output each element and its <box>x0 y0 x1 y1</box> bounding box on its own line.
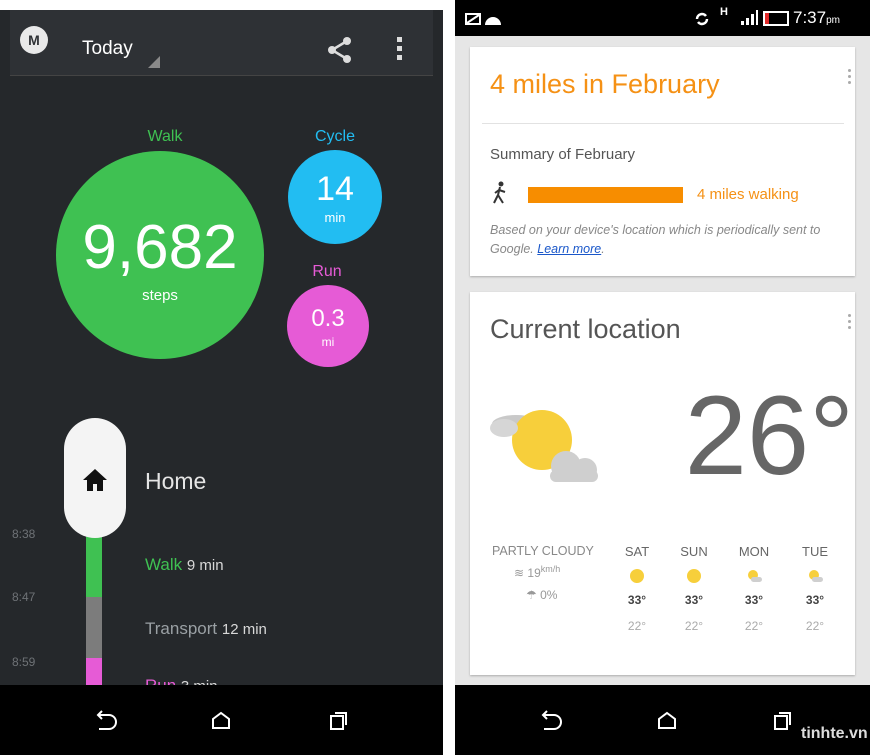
recent-apps-icon[interactable] <box>762 703 802 739</box>
card-menu-icon[interactable] <box>848 314 852 332</box>
navigation-bar <box>0 685 443 755</box>
status-bar: H 7:37pm <box>455 0 870 36</box>
network-type: H <box>720 6 728 18</box>
forecast-day: SAT 33° 22° <box>624 544 650 633</box>
back-icon[interactable] <box>530 703 570 739</box>
place-name: Home <box>145 468 207 494</box>
home-place-marker[interactable] <box>64 418 126 538</box>
forecast-day: SUN 33° 22° <box>680 544 708 633</box>
divider <box>482 123 844 124</box>
walking-progress-track <box>528 187 683 203</box>
run-label: Run <box>312 263 342 280</box>
sync-icon <box>695 12 709 26</box>
motorola-logo-icon[interactable]: M <box>20 26 48 54</box>
location-note: Based on your device's location which is… <box>490 223 821 256</box>
wind-info: ≋ 19km/h <box>514 564 561 580</box>
date-selector[interactable]: Today <box>82 38 133 60</box>
monthly-summary-card[interactable]: 4 miles in February Summary of February … <box>470 47 855 276</box>
battery-icon <box>763 11 789 26</box>
cycle-value: 14 <box>316 170 354 208</box>
entry-duration: 12 min <box>221 621 267 638</box>
dropdown-caret-icon <box>148 56 160 68</box>
home-nav-icon[interactable] <box>647 703 687 739</box>
weather-card[interactable]: Current location 26° PARTLY CLOUDY ≋ 19k… <box>470 292 855 675</box>
partly-cloudy-icon <box>748 570 762 582</box>
sun-icon <box>630 569 644 583</box>
walking-icon <box>493 181 506 204</box>
activity-app-screen: M Today Walk 9,682 steps Cycle 14 min Ru… <box>0 0 443 755</box>
summary-heading: Summary of February <box>490 146 636 163</box>
learn-more-link[interactable]: Learn more <box>537 242 601 256</box>
timeline-time: 8:38 <box>12 527 36 541</box>
home-icon <box>83 469 107 491</box>
walk-bubble[interactable]: 9,682 steps <box>56 151 264 359</box>
wind-icon: ≋ <box>514 566 525 580</box>
walking-progress-fill <box>528 187 683 203</box>
walk-steps-value: 9,682 <box>82 213 238 282</box>
cycle-unit: min <box>324 210 346 225</box>
temperature: 26° <box>684 373 854 498</box>
walking-bar-label: 4 miles walking <box>697 186 799 203</box>
navigation-bar: tinhte.vn <box>455 685 870 755</box>
sun-icon <box>687 569 701 583</box>
cycle-label: Cycle <box>314 128 355 145</box>
timeline-time: 8:47 <box>12 590 36 604</box>
back-icon[interactable] <box>85 703 125 739</box>
timeline-walk-segment <box>86 530 102 597</box>
umbrella-icon: ☂ <box>526 588 537 602</box>
watermark: tinhte.vn <box>801 725 868 742</box>
status-strip <box>0 0 443 10</box>
share-icon[interactable] <box>326 36 354 64</box>
overflow-menu-icon[interactable] <box>397 37 402 60</box>
recent-apps-icon[interactable] <box>318 703 358 739</box>
walk-label: Walk <box>147 128 183 145</box>
condition-label: PARTLY CLOUDY <box>492 544 594 558</box>
card-title: Current location <box>490 314 681 344</box>
timeline-entry-transport[interactable]: Transport 12 min <box>145 619 267 639</box>
google-now-screen: H 7:37pm 4 miles in February Summary of … <box>455 0 870 755</box>
card-title: 4 miles in February <box>490 69 720 99</box>
timeline-time: 8:59 <box>12 655 36 669</box>
timeline-transport-segment <box>86 597 102 658</box>
forecast-day: MON 33° 22° <box>738 544 770 633</box>
entry-duration: 9 min <box>186 557 224 574</box>
run-value: 0.3 <box>311 305 345 332</box>
forecast-day: TUE 33° 22° <box>802 544 828 633</box>
precip-info: ☂ 0% <box>526 588 558 602</box>
walk-unit: steps <box>142 287 178 304</box>
run-unit: mi <box>321 335 335 349</box>
partly-cloudy-icon <box>490 410 598 482</box>
run-bubble[interactable]: 0.3 mi <box>287 285 369 367</box>
entry-activity: Transport <box>145 619 218 638</box>
signal-icon <box>741 10 758 25</box>
notification-icons <box>465 13 501 25</box>
action-bar <box>10 10 433 76</box>
status-time: 7:37pm <box>793 8 840 27</box>
entry-activity: Walk <box>145 555 183 574</box>
timeline-entry-walk[interactable]: Walk 9 min <box>145 555 224 575</box>
card-menu-icon[interactable] <box>848 69 852 87</box>
partly-cloudy-icon <box>809 570 823 582</box>
home-nav-icon[interactable] <box>201 703 241 739</box>
cycle-bubble[interactable]: 14 min <box>288 150 382 244</box>
